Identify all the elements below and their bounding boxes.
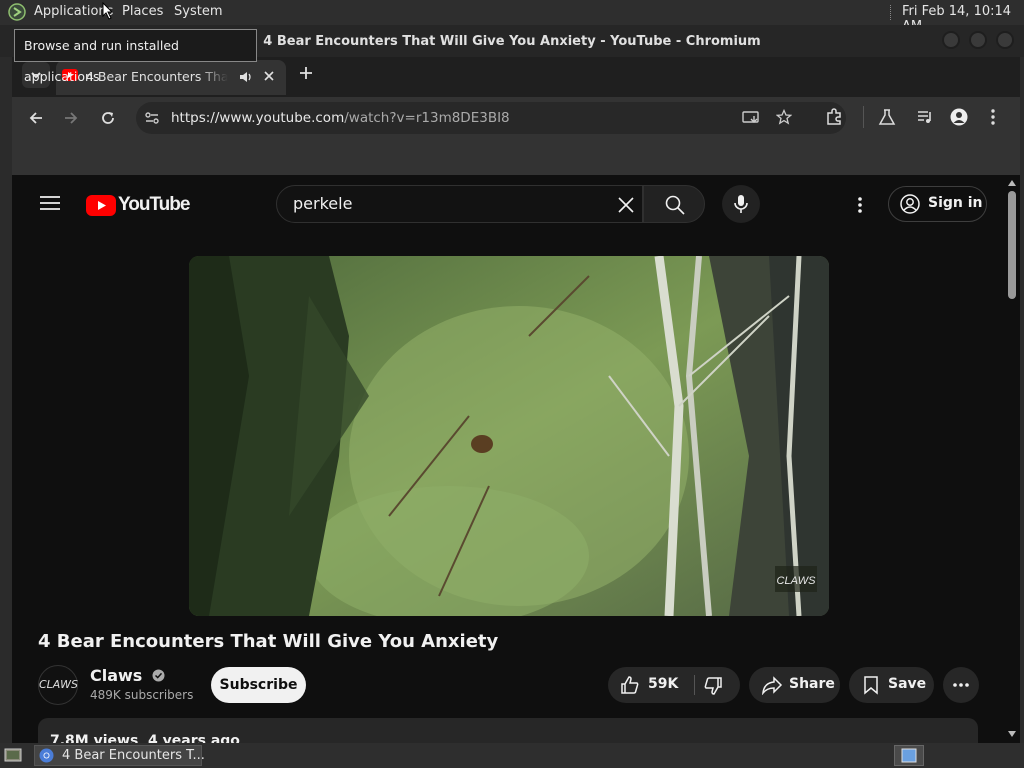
like-dislike-group: 59K bbox=[608, 667, 740, 703]
scroll-up-icon bbox=[1008, 180, 1016, 186]
menu-places[interactable]: Places bbox=[122, 4, 163, 19]
search-input[interactable]: perkele bbox=[276, 185, 643, 223]
like-button[interactable]: 59K bbox=[608, 667, 694, 703]
extensions-icon[interactable] bbox=[825, 108, 843, 126]
workspace-switcher[interactable] bbox=[894, 745, 924, 766]
url-host: https://www.youtube.com bbox=[171, 110, 345, 126]
search-button[interactable] bbox=[643, 185, 705, 223]
dislike-button[interactable] bbox=[695, 667, 740, 703]
minimize-button[interactable] bbox=[942, 31, 960, 49]
account-icon bbox=[900, 194, 920, 214]
site-info-icon[interactable] bbox=[144, 111, 160, 125]
like-count: 59K bbox=[648, 676, 679, 692]
subscriber-count: 489K subscribers bbox=[90, 688, 194, 702]
youtube-page: YouTube perkele Sign in CLAWS 4 Bear Enc… bbox=[12, 175, 1008, 743]
back-icon[interactable] bbox=[28, 110, 44, 126]
audio-playing-icon[interactable] bbox=[239, 70, 253, 84]
applications-logo-icon[interactable] bbox=[8, 3, 28, 21]
media-controls-icon[interactable] bbox=[916, 108, 934, 126]
profile-avatar-icon[interactable] bbox=[950, 108, 968, 126]
youtube-logo[interactable]: YouTube bbox=[86, 194, 190, 216]
description-box[interactable]: 7.8M views 4 years ago bbox=[38, 718, 978, 743]
mouse-cursor-icon bbox=[102, 2, 114, 20]
save-button[interactable]: Save bbox=[849, 667, 934, 703]
chromium-icon bbox=[39, 748, 54, 763]
address-bar[interactable]: https://www.youtube.com/watch?v=r13m8DE3… bbox=[136, 102, 846, 134]
bottom-taskbar: 4 Bear Encounters T... bbox=[0, 743, 1024, 768]
close-window-button[interactable] bbox=[996, 31, 1014, 49]
workspace-icon bbox=[901, 748, 917, 763]
search-icon bbox=[665, 195, 685, 215]
video-player[interactable]: CLAWS bbox=[189, 256, 829, 616]
voice-search-button[interactable] bbox=[722, 185, 760, 223]
url-path: /watch?v=r13m8DE3BI8 bbox=[344, 110, 510, 126]
channel-name-label: Claws bbox=[90, 666, 143, 685]
youtube-logo-text: YouTube bbox=[118, 194, 190, 215]
sign-in-label: Sign in bbox=[928, 195, 983, 211]
scroll-down-icon bbox=[1008, 731, 1016, 737]
maximize-button[interactable] bbox=[969, 31, 987, 49]
youtube-logo-icon bbox=[86, 194, 116, 216]
video-title: 4 Bear Encounters That Will Give You Anx… bbox=[38, 631, 499, 652]
close-tab-icon[interactable] bbox=[263, 70, 275, 82]
tab-title: 4 Bear Encounters That Will Give You Anx… bbox=[86, 69, 228, 84]
new-tab-button[interactable] bbox=[298, 65, 314, 81]
page-scrollbar[interactable] bbox=[1004, 175, 1020, 743]
taskbar-item-label: 4 Bear Encounters T... bbox=[62, 748, 205, 763]
channel-name[interactable]: Claws bbox=[90, 666, 165, 685]
share-button[interactable]: Share bbox=[749, 667, 840, 703]
save-label: Save bbox=[888, 676, 927, 692]
bookmark-star-icon[interactable] bbox=[776, 109, 792, 125]
microphone-icon bbox=[734, 195, 748, 213]
subscribe-button[interactable]: Subscribe bbox=[211, 667, 306, 703]
share-label: Share bbox=[789, 676, 835, 692]
thumbs-down-icon bbox=[704, 677, 722, 695]
browser-toolbar: https://www.youtube.com/watch?v=r13m8DE3… bbox=[12, 97, 1020, 139]
search-query: perkele bbox=[293, 194, 353, 213]
tab-strip: 4 Bear Encounters That Will Give You Anx… bbox=[12, 57, 1020, 97]
install-app-icon[interactable] bbox=[742, 110, 760, 126]
forward-icon[interactable] bbox=[63, 110, 79, 126]
show-desktop-icon[interactable] bbox=[4, 747, 22, 763]
clear-search-icon[interactable] bbox=[617, 196, 635, 214]
reload-icon[interactable] bbox=[100, 110, 116, 126]
menu-system[interactable]: System bbox=[174, 4, 222, 19]
url-text[interactable]: https://www.youtube.com/watch?v=r13m8DE3… bbox=[171, 110, 510, 126]
hamburger-menu-icon[interactable] bbox=[40, 195, 60, 211]
view-count-date: 7.8M views 4 years ago bbox=[50, 733, 240, 743]
taskbar-item-chromium[interactable]: 4 Bear Encounters T... bbox=[34, 745, 205, 766]
more-horizontal-icon bbox=[953, 683, 969, 687]
video-watermark: CLAWS bbox=[777, 575, 817, 587]
top-panel: Applications Places System Fri Feb 14, 1… bbox=[0, 0, 1024, 34]
settings-more-icon[interactable] bbox=[857, 196, 863, 214]
labs-flask-icon[interactable] bbox=[878, 108, 896, 126]
scroll-thumb[interactable] bbox=[1008, 191, 1016, 299]
channel-avatar[interactable]: CLAWS bbox=[38, 665, 78, 705]
more-actions-button[interactable] bbox=[943, 667, 979, 703]
sign-in-button[interactable]: Sign in bbox=[888, 186, 987, 222]
bookmarks-bar bbox=[12, 139, 1020, 175]
verified-check-icon bbox=[152, 669, 165, 682]
browser-menu-icon[interactable] bbox=[990, 108, 996, 126]
tooltip: Browse and run installed applications bbox=[14, 29, 257, 84]
plus-icon bbox=[300, 67, 312, 79]
share-icon bbox=[762, 676, 783, 695]
bookmark-icon bbox=[864, 676, 878, 695]
panel-separator bbox=[890, 5, 892, 20]
thumbs-up-icon bbox=[621, 676, 639, 694]
video-frame-forest: CLAWS bbox=[189, 256, 829, 616]
toolbar-divider bbox=[863, 106, 864, 128]
